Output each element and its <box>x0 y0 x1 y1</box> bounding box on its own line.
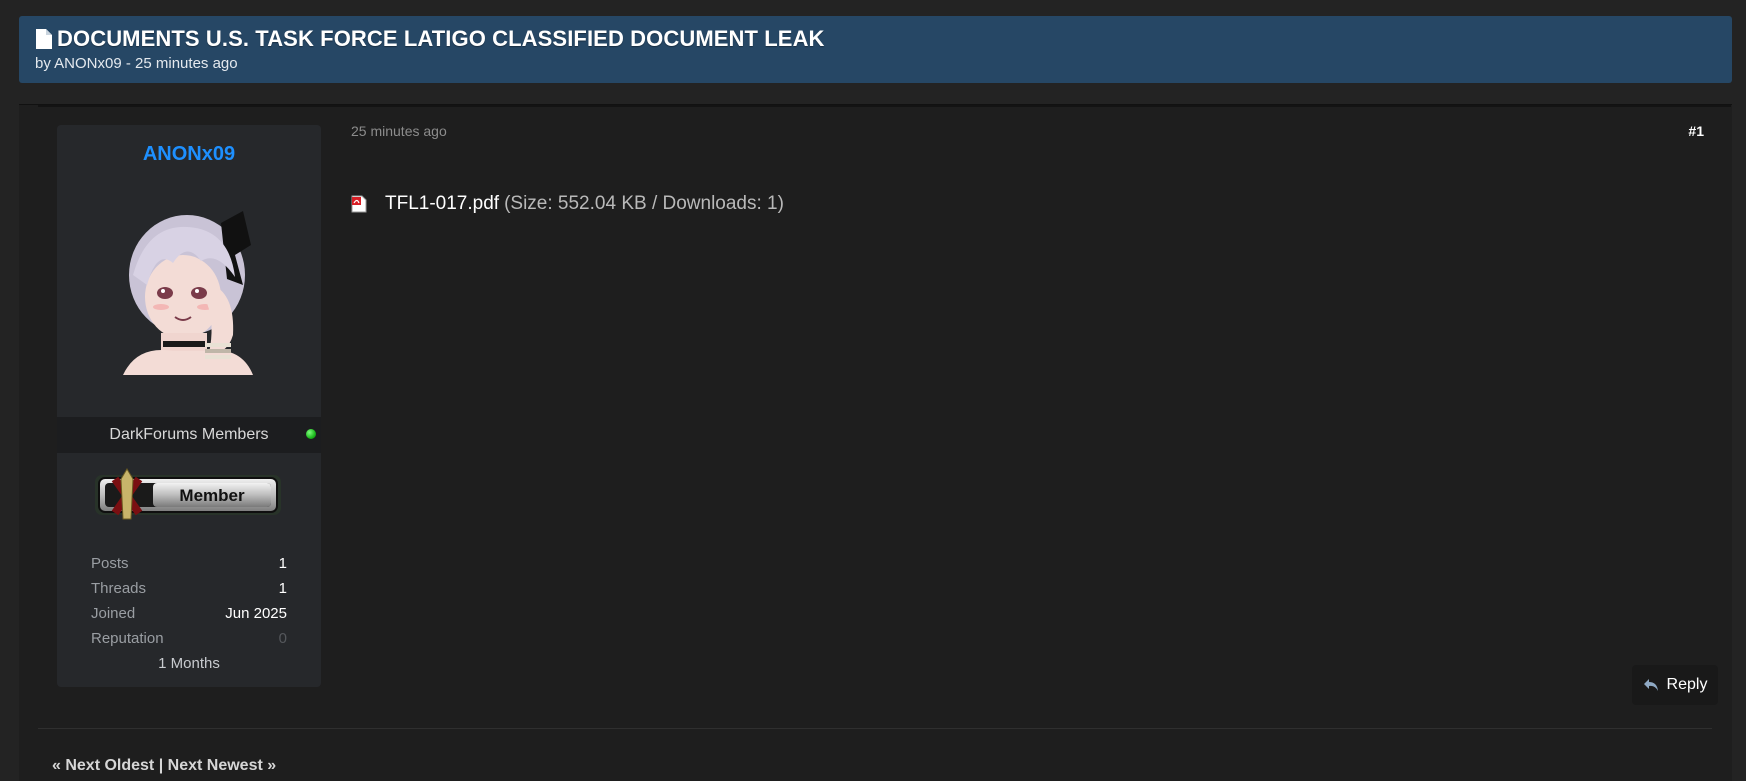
thread-title-row: DOCUMENTS U.S. TASK FORCE LATIGO CLASSIF… <box>35 26 1716 52</box>
next-oldest-link[interactable]: « Next Oldest <box>52 757 154 774</box>
online-status-icon <box>306 429 316 439</box>
usergroup-bar: DarkForums Members <box>57 417 321 453</box>
post-date: 25 minutes ago <box>351 123 447 139</box>
thread-meta: by ANONx09 - 25 minutes ago <box>35 55 238 72</box>
reply-arrow-icon <box>1643 679 1658 691</box>
stat-posts: Posts 1 <box>91 551 287 576</box>
post: ANONx09 DarkForums Members Member Posts … <box>19 104 1732 781</box>
post-top-border <box>38 105 1731 107</box>
thread-navigation: « Next Oldest | Next Newest » <box>52 757 276 775</box>
member-rank-badge: Member <box>95 468 281 520</box>
attachment-meta: (Size: 552.04 KB / Downloads: 1) <box>504 193 784 214</box>
document-icon <box>36 29 52 49</box>
stat-joined: Joined Jun 2025 <box>91 601 287 626</box>
reply-button[interactable]: Reply <box>1632 665 1718 705</box>
stat-value[interactable]: 0 <box>279 626 287 651</box>
usergroup-label: DarkForums Members <box>109 426 269 443</box>
author-panel: ANONx09 DarkForums Members Member Posts … <box>57 125 321 687</box>
reply-label: Reply <box>1666 676 1708 693</box>
stat-label: Threads <box>91 580 147 597</box>
stat-value[interactable]: 1 <box>279 576 287 601</box>
stat-value: Jun 2025 <box>225 605 287 622</box>
stat-threads: Threads 1 <box>91 576 287 601</box>
attachment: TFL1-017.pdf (Size: 552.04 KB / Download… <box>351 193 784 215</box>
stat-reputation: Reputation 0 <box>91 626 287 651</box>
thread-header: DOCUMENTS U.S. TASK FORCE LATIGO CLASSIF… <box>19 16 1732 83</box>
author-username[interactable]: ANONx09 <box>57 143 321 166</box>
next-newest-link[interactable]: Next Newest » <box>168 757 277 774</box>
attachment-filename-link[interactable]: TFL1-017.pdf <box>385 193 499 215</box>
rank-badge-text: Member <box>179 486 245 505</box>
post-divider <box>38 728 1712 729</box>
avatar[interactable] <box>117 205 259 375</box>
stat-label: Posts <box>91 555 129 572</box>
pdf-icon <box>351 195 367 213</box>
stat-label: Joined <box>91 605 136 622</box>
author-stats: Posts 1 Threads 1 Joined Jun 2025 Reputa… <box>91 551 287 677</box>
stat-value[interactable]: 1 <box>279 551 287 576</box>
post-number-link[interactable]: #1 <box>1688 123 1704 139</box>
thread-title: DOCUMENTS U.S. TASK FORCE LATIGO CLASSIF… <box>57 26 825 51</box>
stat-label: Reputation <box>91 630 164 647</box>
nav-separator: | <box>158 757 164 774</box>
stat-tenure: 1 Months <box>158 655 220 672</box>
